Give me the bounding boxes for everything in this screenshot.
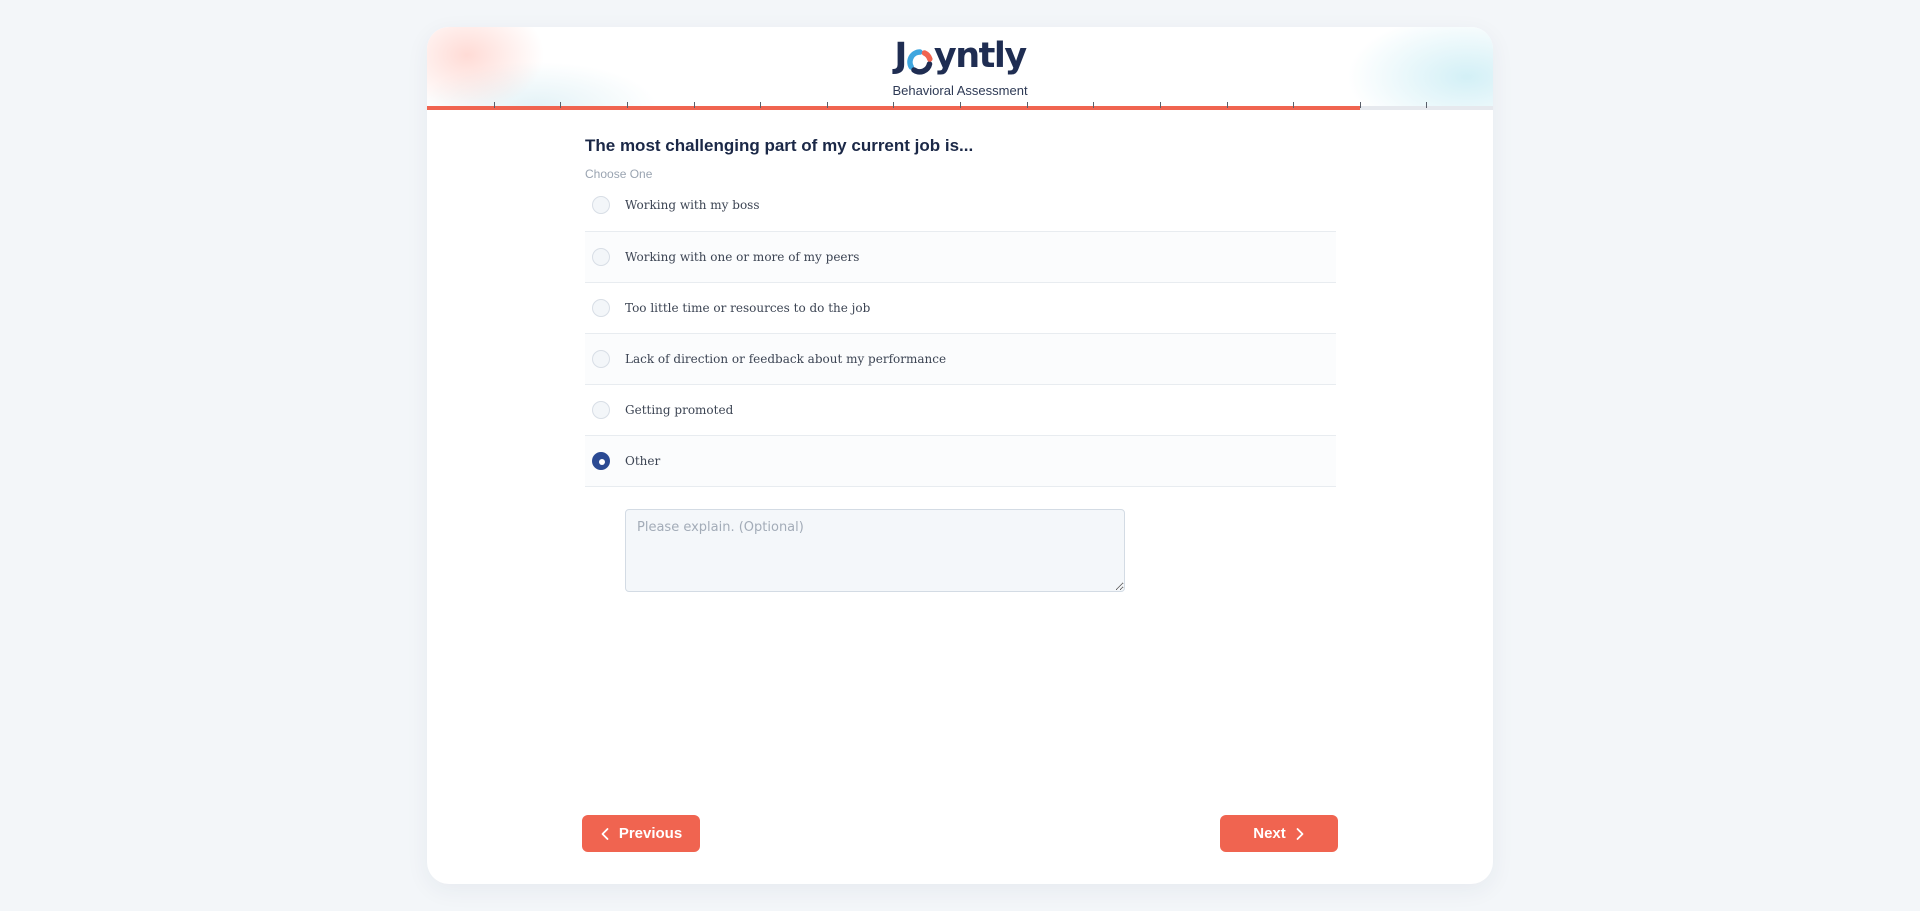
answer-option-label: Working with one or more of my peers [625,250,860,264]
answer-option[interactable]: Other [585,436,1336,487]
progress-step-tick [1293,102,1294,108]
progress-step-tick [694,102,695,108]
answer-option[interactable]: Getting promoted [585,385,1336,436]
progress-step-tick [893,102,894,108]
assessment-card: J yntly Behavioral Assessment The most c… [427,27,1493,884]
progress-step-tick [1426,102,1427,108]
answer-option[interactable]: Lack of direction or feedback about my p… [585,334,1336,385]
radio-button[interactable] [592,401,610,419]
assessment-header: J yntly Behavioral Assessment [427,27,1493,110]
answer-option-label: Other [625,454,661,468]
radio-button[interactable] [592,350,610,368]
chevron-right-icon [1295,827,1305,841]
logo-wordmark: J yntly [894,36,1027,76]
answer-option[interactable]: Working with one or more of my peers [585,232,1336,283]
joyntly-logo: J yntly [427,33,1493,79]
progress-step-tick [560,102,561,108]
progress-step-tick [1093,102,1094,108]
answer-option[interactable]: Working with my boss [585,179,1336,232]
previous-button[interactable]: Previous [582,815,700,852]
progress-step-tick [1160,102,1161,108]
radio-button[interactable] [592,299,610,317]
logo-text-left: J [894,36,907,76]
answer-option-label: Working with my boss [625,198,760,212]
assessment-subtitle: Behavioral Assessment [892,83,1028,98]
question-title: The most challenging part of my current … [585,136,974,155]
progress-step-tick [1027,102,1028,108]
answer-option-label: Too little time or resources to do the j… [625,301,871,315]
next-button-label: Next [1253,825,1286,842]
logo-text-right: yntly [933,36,1027,76]
radio-button[interactable] [592,248,610,266]
radio-button[interactable] [592,196,610,214]
progress-step-tick [1227,102,1228,108]
answer-option-label: Getting promoted [625,403,734,417]
answer-option[interactable]: Too little time or resources to do the j… [585,283,1336,334]
next-button[interactable]: Next [1220,815,1338,852]
answer-options: Working with my boss Working with one or… [585,196,1336,487]
previous-button-label: Previous [618,825,683,842]
chevron-left-icon [600,827,610,841]
progress-bar [427,102,1493,110]
logo-mark-icon [907,44,933,75]
answer-option-label: Lack of direction or feedback about my p… [625,352,947,366]
progress-step-tick [1360,102,1361,108]
progress-step-tick [627,102,628,108]
progress-step-tick [960,102,961,108]
radio-button[interactable] [592,452,610,470]
progress-step-tick [827,102,828,108]
progress-step-tick [494,102,495,108]
explain-textarea[interactable] [625,509,1125,592]
progress-step-tick [760,102,761,108]
